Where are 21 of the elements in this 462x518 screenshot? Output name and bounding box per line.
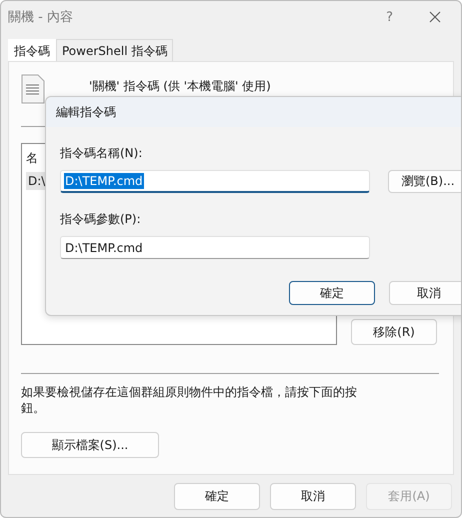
instruction-text: 如果要檢視儲存在這個群組原則物件中的指令檔，請按下面的按鈕。: [21, 384, 358, 416]
show-files-button[interactable]: 顯示檔案(S)...: [21, 432, 159, 458]
tab[interactable]: PowerShell 指令碼: [56, 39, 174, 61]
script-name-field[interactable]: D:\TEMP.cmd: [60, 170, 370, 193]
close-icon[interactable]: [429, 11, 441, 23]
dialog-button[interactable]: 確定: [174, 483, 260, 510]
ok-button[interactable]: 確定: [289, 281, 375, 305]
field-label: 指令碼參數(P):: [60, 211, 142, 228]
dialog-title: 編輯指令碼: [56, 104, 116, 120]
help-button[interactable]: ?: [386, 10, 393, 24]
field-label: 指令碼名稱(N):: [60, 145, 144, 162]
tab[interactable]: 指令碼: [8, 39, 56, 61]
list-row[interactable]: D:\: [26, 172, 48, 190]
panel-header: '關機' 指令碼 (供 '本機電腦' 使用): [89, 78, 271, 95]
remove-button[interactable]: 移除(R): [351, 319, 437, 345]
window-title: 關機 - 內容: [8, 9, 74, 26]
script-parameters-field[interactable]: D:\TEMP.cmd: [60, 236, 370, 259]
dialog-button[interactable]: 取消: [270, 483, 356, 510]
browse-button[interactable]: 瀏覽(B)...: [388, 170, 461, 193]
column-header[interactable]: 名: [26, 151, 38, 165]
cancel-button[interactable]: 取消: [389, 281, 461, 305]
